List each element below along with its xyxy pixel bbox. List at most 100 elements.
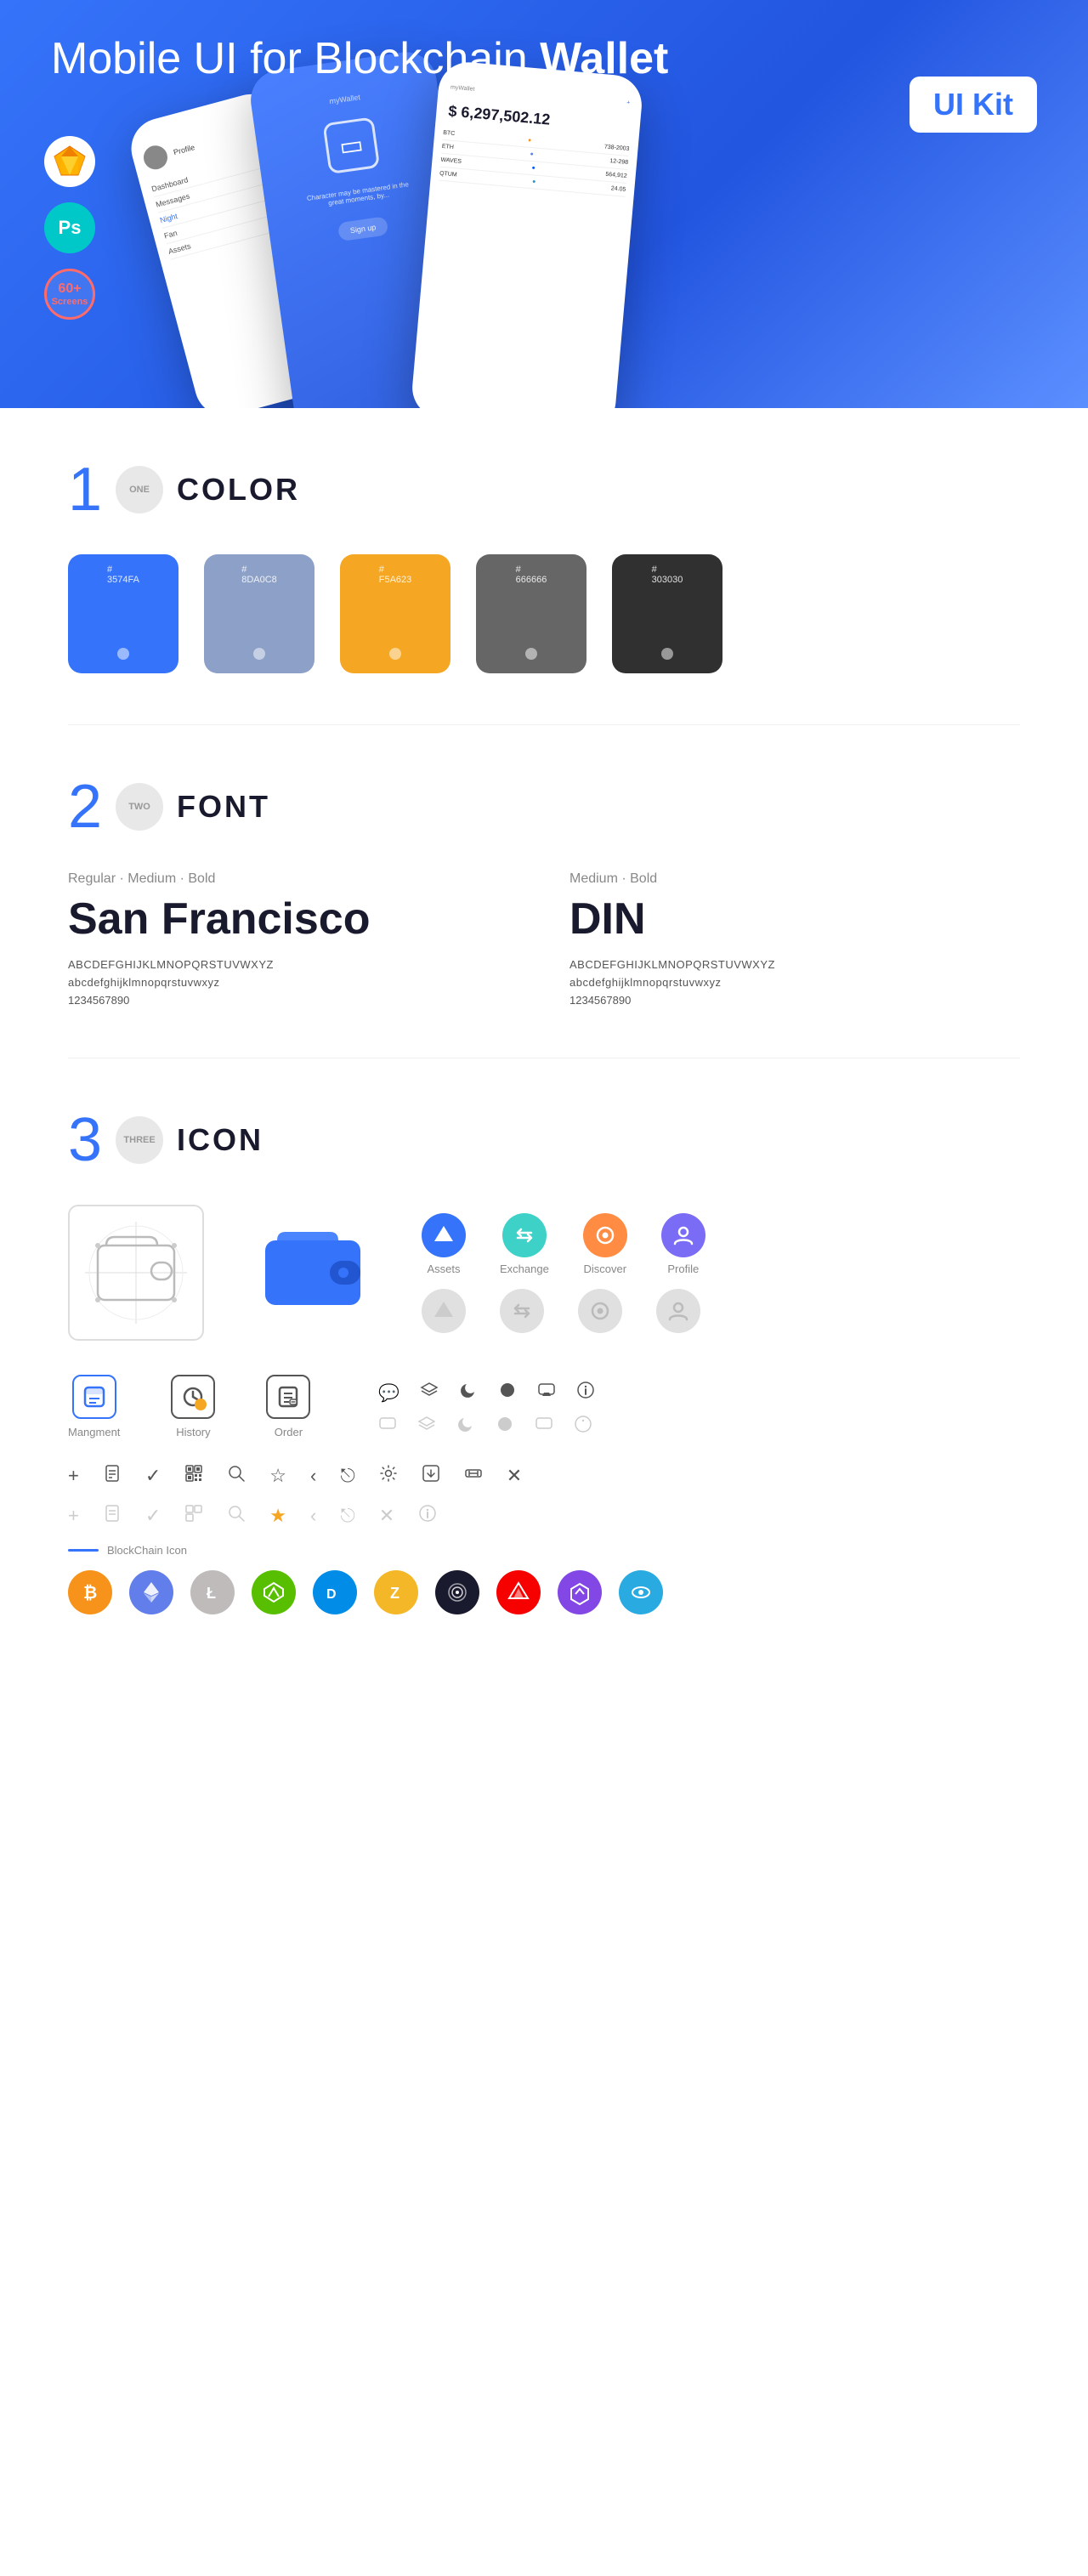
- message-icon-faint: [535, 1415, 553, 1438]
- star-icon: ☆: [269, 1465, 286, 1487]
- color-section: 1 ONE COLOR #3574FA #8DA0C8 #F5A623 #666…: [0, 408, 1088, 724]
- photoshop-badge: Ps: [44, 202, 95, 253]
- icon-section-title: ICON: [177, 1122, 264, 1158]
- speech-bubble-icon-faint: [378, 1415, 397, 1438]
- color-swatch-blue: #3574FA: [68, 554, 178, 673]
- font-section-title: FONT: [177, 789, 270, 825]
- sketch-badge: [44, 136, 95, 187]
- hero-title: Mobile UI for Blockchain Wallet: [51, 34, 668, 85]
- document-icon-faint: [103, 1504, 122, 1527]
- icon-section: 3 THREE ICON: [0, 1058, 1088, 1699]
- layers-icon-faint: [417, 1415, 436, 1438]
- qr-icon-faint: [184, 1504, 203, 1527]
- color-swatches: #3574FA #8DA0C8 #F5A623 #666666 #303030: [68, 554, 1020, 673]
- sky-icon: [619, 1570, 663, 1614]
- blockchain-icons: ₿ Ł D: [68, 1570, 1020, 1614]
- font-section: 2 TWO FONT Regular · Medium · Bold San F…: [0, 725, 1088, 1058]
- iota-icon: [435, 1570, 479, 1614]
- color-swatch-orange: #F5A623: [340, 554, 450, 673]
- icon-nav-profile-faint: [656, 1289, 700, 1333]
- utility-icons-row: + ✓: [68, 1464, 1020, 1487]
- star-icon-filled: ★: [269, 1505, 286, 1527]
- sf-nums: 1234567890: [68, 994, 518, 1007]
- color-swatch-gray: #666666: [476, 554, 586, 673]
- ark-icon: [496, 1570, 541, 1614]
- sf-name: San Francisco: [68, 894, 518, 945]
- plus-icon-faint: +: [68, 1505, 79, 1527]
- check-icon-faint: ✓: [145, 1505, 161, 1527]
- din-name: DIN: [570, 894, 1020, 945]
- icon-nav-profile: Profile: [661, 1213, 706, 1275]
- icon-nav-exchange-faint: [500, 1289, 544, 1333]
- profile-icon-faint: [656, 1289, 700, 1333]
- history-icon-box: [171, 1375, 215, 1419]
- swatch-dot: [661, 648, 673, 660]
- font-grid: Regular · Medium · Bold San Francisco AB…: [68, 871, 1020, 1007]
- speech-bubble-icon: 💬: [378, 1382, 400, 1404]
- blockchain-line: [68, 1549, 99, 1552]
- din-upper: ABCDEFGHIJKLMNOPQRSTUVWXYZ: [570, 958, 1020, 971]
- info-icon-faint2: [418, 1504, 437, 1527]
- share-icon-faint: ⎋: [340, 1505, 354, 1527]
- close-icon-faint: ✕: [379, 1505, 394, 1527]
- layers-icon: [420, 1381, 439, 1404]
- info-icon: [576, 1381, 595, 1404]
- order-icon-box: [266, 1375, 310, 1419]
- moon-icon: [459, 1381, 478, 1404]
- assets-icon-faint: [422, 1289, 466, 1333]
- gear-icon: [379, 1464, 398, 1487]
- moon-icon-faint: [456, 1415, 475, 1438]
- swatch-dot: [525, 648, 537, 660]
- circle-icon: [498, 1381, 517, 1404]
- phone-right: myWallet + $ 6,297,502.12 BTC●738-2003 E…: [410, 60, 644, 408]
- dash-icon: D: [313, 1570, 357, 1614]
- din-nums: 1234567890: [570, 994, 1020, 1007]
- qr-icon: [184, 1464, 203, 1487]
- ui-kit-badge: UI Kit: [910, 77, 1037, 133]
- color-section-title: COLOR: [177, 472, 300, 508]
- din-style: Medium · Bold: [570, 871, 1020, 887]
- svg-text:Z: Z: [390, 1585, 400, 1602]
- icon-nav-discover-faint: [578, 1289, 622, 1333]
- search-icon-faint: [227, 1504, 246, 1527]
- color-section-badge: ONE: [116, 466, 163, 513]
- color-swatch-dark: #303030: [612, 554, 722, 673]
- swatch-dot: [117, 648, 129, 660]
- document-icon: [103, 1464, 122, 1487]
- screens-badge: 60+ Screens: [44, 269, 95, 320]
- assets-icon: [422, 1213, 466, 1257]
- font-din: Medium · Bold DIN ABCDEFGHIJKLMNOPQRSTUV…: [570, 871, 1020, 1007]
- exchange-icon: [502, 1213, 547, 1257]
- zcash-icon: Z: [374, 1570, 418, 1614]
- icon-nav-assets-faint: [422, 1289, 466, 1333]
- litecoin-icon: Ł: [190, 1570, 235, 1614]
- exchange-icon-faint: [500, 1289, 544, 1333]
- font-section-badge: TWO: [116, 783, 163, 831]
- sf-style: Regular · Medium · Bold: [68, 871, 518, 887]
- din-lower: abcdefghijklmnopqrstuvwxyz: [570, 976, 1020, 989]
- icon-section-number: 3: [68, 1109, 102, 1171]
- icon-nav-exchange: Exchange: [500, 1213, 549, 1275]
- icon-nav-discover: Discover: [583, 1213, 627, 1275]
- swatch-dot: [389, 648, 401, 660]
- tool-badges: Ps 60+ Screens: [44, 136, 95, 320]
- icon-colored-wallet: [245, 1205, 381, 1341]
- message-icon: [537, 1381, 556, 1404]
- bitcoin-icon: ₿: [68, 1570, 112, 1614]
- info-icon-faint: [574, 1415, 592, 1438]
- chevron-left-icon-faint: ‹: [310, 1505, 316, 1527]
- sf-upper: ABCDEFGHIJKLMNOPQRSTUVWXYZ: [68, 958, 518, 971]
- color-swatch-gray-blue: #8DA0C8: [204, 554, 314, 673]
- profile-icon: [661, 1213, 706, 1257]
- font-section-number: 2: [68, 776, 102, 837]
- share-icon: ⎋: [340, 1465, 354, 1487]
- search-icon: [227, 1464, 246, 1487]
- utility-icons-row-faint: + ✓ ★ ‹ ⎋ ✕: [68, 1504, 1020, 1527]
- sf-lower: abcdefghijklmnopqrstuvwxyz: [68, 976, 518, 989]
- check-icon: ✓: [145, 1465, 161, 1487]
- svg-text:₿: ₿: [83, 1584, 97, 1603]
- icon-nav-assets: Assets: [422, 1213, 466, 1275]
- icon-section-badge: THREE: [116, 1116, 163, 1164]
- management-icon-box: [72, 1375, 116, 1419]
- blockchain-label: BlockChain Icon: [68, 1544, 1020, 1557]
